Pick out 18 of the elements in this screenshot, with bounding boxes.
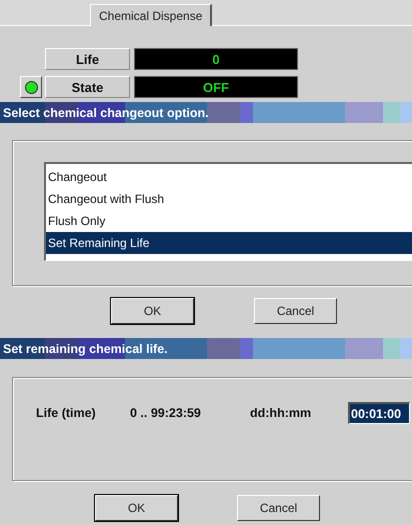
changeout-prompt-banner: Select chemical changeout option. bbox=[0, 102, 412, 123]
ok-button[interactable]: OK bbox=[95, 495, 178, 521]
ok-button[interactable]: OK bbox=[111, 298, 194, 324]
option-list[interactable]: Changeout Changeout with Flush Flush Only Set Remaining Life bbox=[44, 162, 412, 261]
tab[interactable]: Chemical Dispense bbox=[90, 4, 212, 26]
status-led-button[interactable] bbox=[20, 76, 42, 98]
option-item[interactable]: Set Remaining Life bbox=[46, 232, 412, 254]
life-prompt-banner: Set remaining chemical life. bbox=[0, 338, 412, 359]
life-label: Life bbox=[45, 48, 130, 70]
life-time-label: Life (time) bbox=[36, 406, 97, 420]
life-display: 0 bbox=[134, 48, 298, 70]
range-text: 0 .. 99:23:59 bbox=[130, 406, 202, 420]
state-display: OFF bbox=[134, 76, 298, 98]
cancel-button[interactable]: Cancel bbox=[237, 495, 320, 521]
cancel-button[interactable]: Cancel bbox=[254, 298, 337, 324]
format-text: dd:hh:mm bbox=[250, 406, 312, 420]
life-input-field[interactable]: 00:01:00 bbox=[348, 402, 410, 424]
state-label: State bbox=[45, 76, 130, 98]
